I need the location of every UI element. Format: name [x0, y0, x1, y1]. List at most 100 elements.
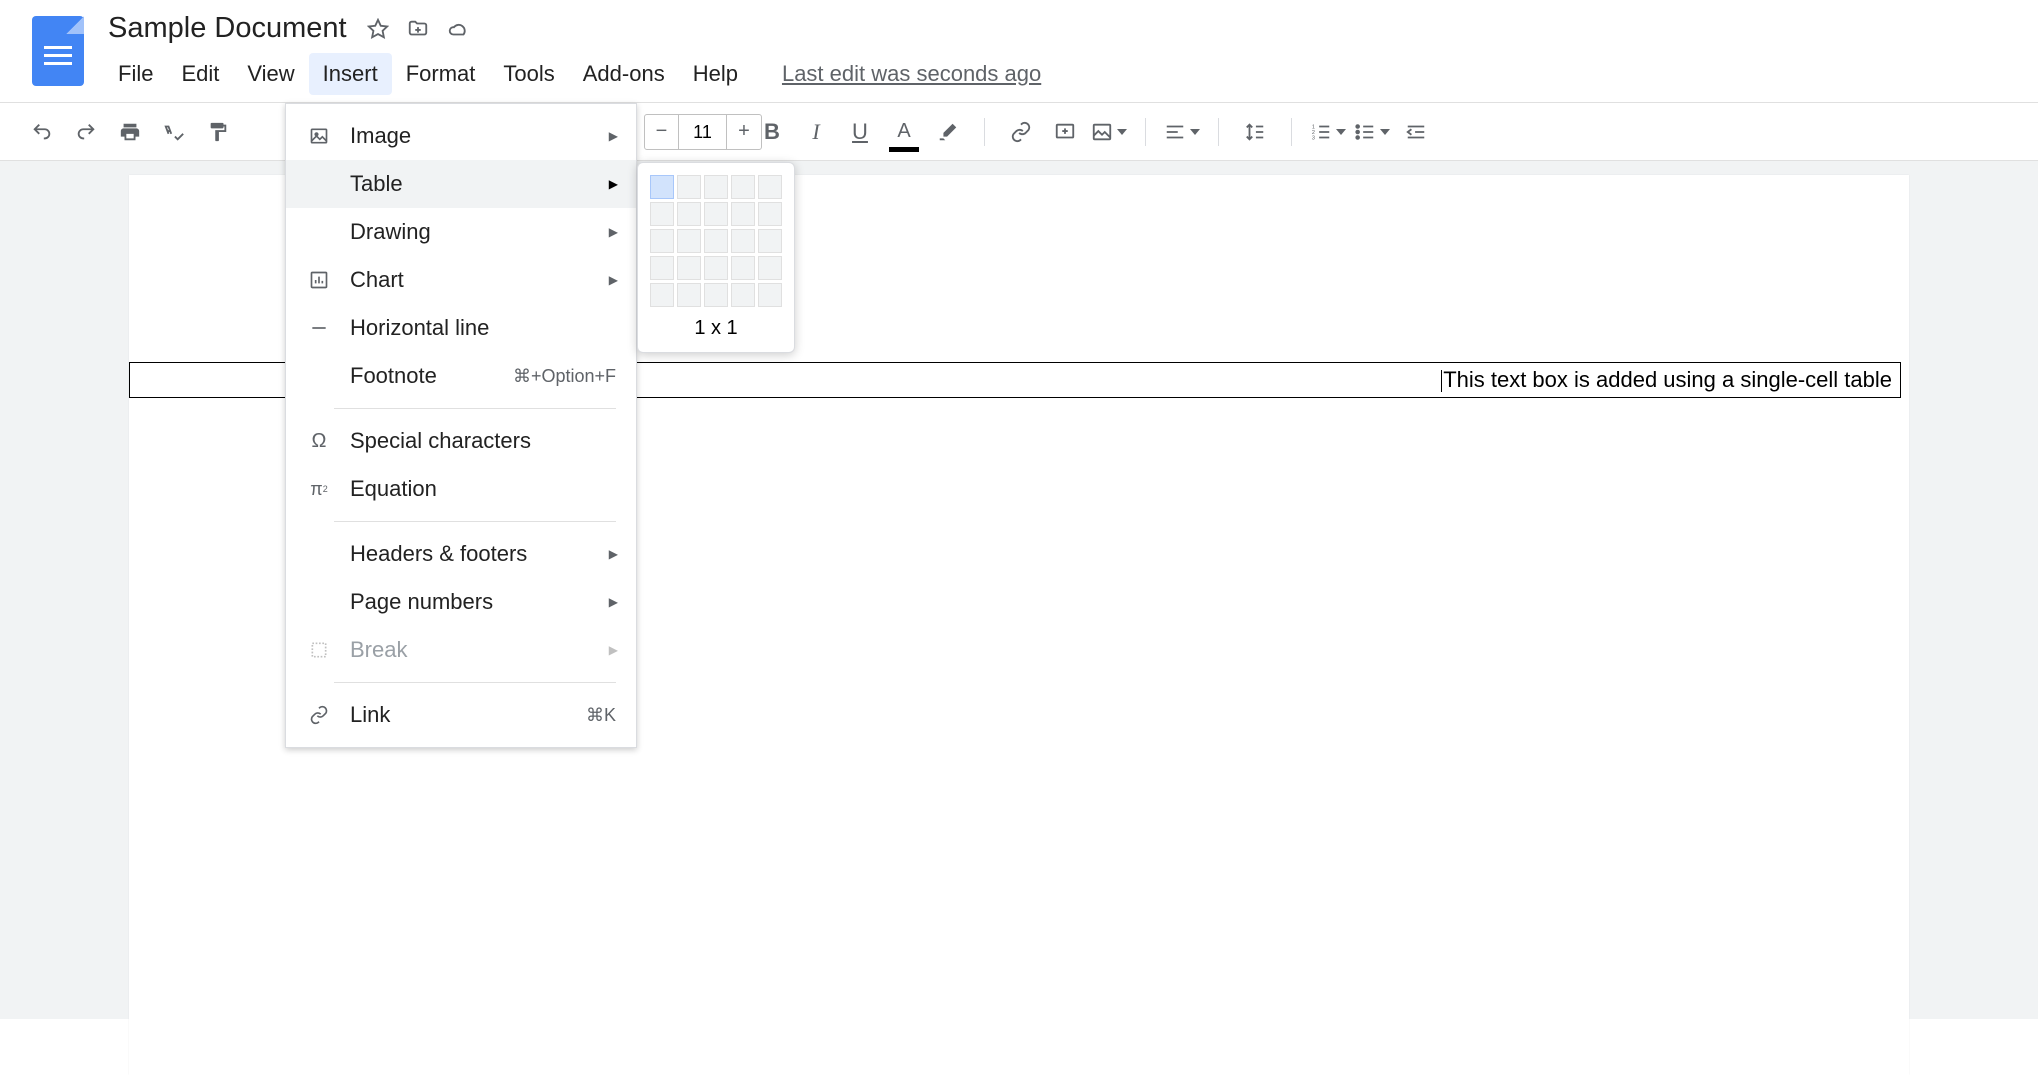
- picker-cell[interactable]: [731, 229, 755, 253]
- menubar: File Edit View Insert Format Tools Add-o…: [104, 53, 1041, 95]
- numbered-list-button[interactable]: 123: [1310, 114, 1346, 150]
- menu-addons[interactable]: Add-ons: [569, 53, 679, 95]
- insert-image-button[interactable]: [1091, 114, 1127, 150]
- menu-insert[interactable]: Insert: [309, 53, 392, 95]
- spellcheck-button[interactable]: [156, 114, 192, 150]
- title-row: Sample Document: [104, 10, 1041, 47]
- insert-dropdown: Image ▶ Table ▶ Drawing ▶ Chart ▶ Horizo…: [285, 103, 637, 748]
- picker-cell[interactable]: [650, 283, 674, 307]
- picker-cell[interactable]: [731, 256, 755, 280]
- cloud-status-icon[interactable]: [445, 16, 471, 42]
- picker-cell[interactable]: [677, 256, 701, 280]
- insert-break-item: Break ▶: [286, 626, 636, 674]
- decrease-indent-button[interactable]: [1398, 114, 1434, 150]
- star-icon[interactable]: [365, 16, 391, 42]
- menu-label: Break: [350, 637, 616, 663]
- picker-cell[interactable]: [731, 175, 755, 199]
- picker-cell[interactable]: [704, 229, 728, 253]
- redo-button[interactable]: [68, 114, 104, 150]
- textbox-content[interactable]: This text box is added using a single-ce…: [1443, 367, 1892, 392]
- italic-button[interactable]: I: [798, 114, 834, 150]
- picker-cell[interactable]: [704, 202, 728, 226]
- picker-cell[interactable]: [650, 202, 674, 226]
- picker-cell[interactable]: [704, 175, 728, 199]
- insert-horizontal-line-item[interactable]: Horizontal line: [286, 304, 636, 352]
- docs-logo-icon[interactable]: [32, 16, 84, 86]
- bulleted-list-button[interactable]: [1354, 114, 1390, 150]
- picker-cell[interactable]: [758, 229, 782, 253]
- picker-cell[interactable]: [758, 202, 782, 226]
- picker-cell[interactable]: [677, 283, 701, 307]
- menu-label: Footnote: [350, 363, 513, 389]
- menu-divider: [334, 682, 616, 683]
- last-edit-link[interactable]: Last edit was seconds ago: [782, 53, 1041, 95]
- picker-cell[interactable]: [677, 175, 701, 199]
- picker-cell[interactable]: [650, 229, 674, 253]
- menu-format[interactable]: Format: [392, 53, 490, 95]
- font-size-value[interactable]: 11: [679, 115, 727, 149]
- menu-label: Table: [350, 171, 616, 197]
- insert-link-button[interactable]: [1003, 114, 1039, 150]
- horizontal-line-icon: [306, 318, 332, 338]
- menu-label: Headers & footers: [350, 541, 616, 567]
- insert-table-item[interactable]: Table ▶: [286, 160, 636, 208]
- toolbar-divider: [1145, 118, 1146, 146]
- insert-headers-footers-item[interactable]: Headers & footers ▶: [286, 530, 636, 578]
- insert-drawing-item[interactable]: Drawing ▶: [286, 208, 636, 256]
- menu-edit[interactable]: Edit: [167, 53, 233, 95]
- menu-label: Drawing: [350, 219, 616, 245]
- picker-cell[interactable]: [677, 229, 701, 253]
- insert-special-characters-item[interactable]: Ω Special characters: [286, 417, 636, 465]
- menu-label: Image: [350, 123, 616, 149]
- highlight-button[interactable]: [930, 114, 966, 150]
- picker-cell[interactable]: [704, 283, 728, 307]
- picker-cell[interactable]: [650, 256, 674, 280]
- picker-cell[interactable]: [758, 283, 782, 307]
- undo-button[interactable]: [24, 114, 60, 150]
- omega-icon: Ω: [306, 430, 332, 453]
- bold-button[interactable]: B: [754, 114, 790, 150]
- font-size-decrease[interactable]: −: [645, 115, 679, 149]
- link-icon: [306, 705, 332, 725]
- toolbar-divider: [984, 118, 985, 146]
- insert-chart-item[interactable]: Chart ▶: [286, 256, 636, 304]
- line-spacing-button[interactable]: [1237, 114, 1273, 150]
- insert-equation-item[interactable]: π2 Equation: [286, 465, 636, 513]
- picker-dimensions-label: 1 x 1: [650, 317, 782, 340]
- picker-cell[interactable]: [758, 175, 782, 199]
- shortcut-label: ⌘+Option+F: [513, 366, 616, 387]
- align-button[interactable]: [1164, 114, 1200, 150]
- chart-icon: [306, 270, 332, 290]
- document-title[interactable]: Sample Document: [104, 10, 351, 47]
- shortcut-label: ⌘K: [586, 705, 616, 726]
- insert-link-item[interactable]: Link ⌘K: [286, 691, 636, 739]
- add-comment-button[interactable]: [1047, 114, 1083, 150]
- submenu-arrow-icon: ▶: [609, 129, 618, 143]
- font-size-control: − 11 +: [644, 114, 762, 150]
- menu-file[interactable]: File: [104, 53, 167, 95]
- menu-label: Special characters: [350, 428, 616, 454]
- insert-footnote-item[interactable]: Footnote ⌘+Option+F: [286, 352, 636, 400]
- app-header: Sample Document File Edit View Insert Fo…: [0, 0, 2038, 103]
- submenu-arrow-icon: ▶: [609, 177, 618, 191]
- picker-cell[interactable]: [704, 256, 728, 280]
- menu-help[interactable]: Help: [679, 53, 752, 95]
- picker-cell[interactable]: [731, 283, 755, 307]
- picker-cell[interactable]: [758, 256, 782, 280]
- picker-grid: [650, 175, 782, 307]
- menu-tools[interactable]: Tools: [489, 53, 568, 95]
- picker-cell[interactable]: [731, 202, 755, 226]
- menu-divider: [334, 408, 616, 409]
- print-button[interactable]: [112, 114, 148, 150]
- insert-image-item[interactable]: Image ▶: [286, 112, 636, 160]
- picker-cell[interactable]: [677, 202, 701, 226]
- text-color-button[interactable]: A: [886, 114, 922, 150]
- toolbar-divider: [1218, 118, 1219, 146]
- underline-button[interactable]: U: [842, 114, 878, 150]
- paint-format-button[interactable]: [200, 114, 236, 150]
- menu-view[interactable]: View: [233, 53, 308, 95]
- insert-page-numbers-item[interactable]: Page numbers ▶: [286, 578, 636, 626]
- menu-label: Link: [350, 702, 586, 728]
- move-icon[interactable]: [405, 16, 431, 42]
- picker-cell[interactable]: [650, 175, 674, 199]
